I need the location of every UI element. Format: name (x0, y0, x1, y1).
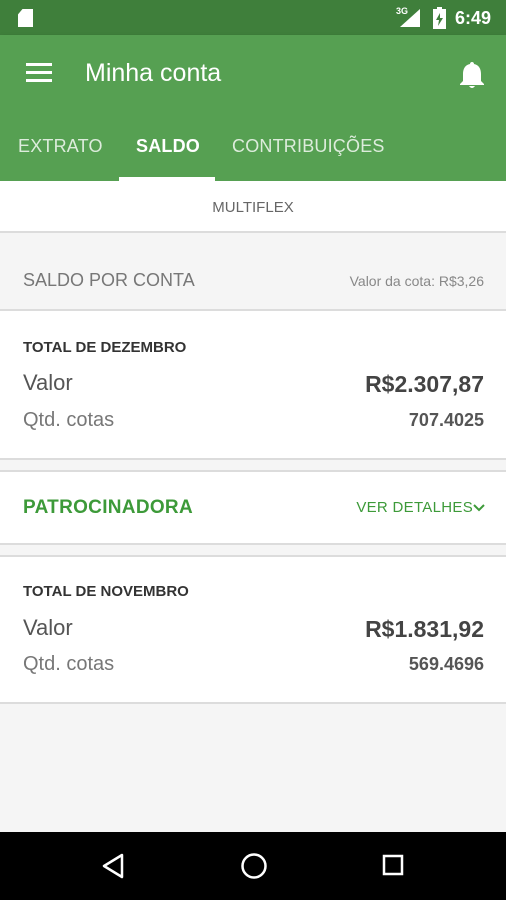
home-icon[interactable] (240, 852, 268, 880)
sd-card-icon (18, 9, 33, 27)
bell-icon[interactable] (459, 60, 485, 90)
divider (0, 231, 506, 233)
valor-amount: R$2.307,87 (365, 371, 484, 397)
tab-bar: EXTRATO SALDO CONTRIBUIÇÕES (0, 128, 506, 181)
divider (0, 702, 506, 704)
back-icon[interactable] (101, 853, 125, 879)
section-title: SALDO POR CONTA (23, 270, 195, 290)
valor-label: Valor (23, 615, 73, 640)
details-link[interactable]: VER DETALHES (356, 499, 473, 516)
sponsor-label: PATROCINADORA (23, 497, 193, 518)
divider (0, 543, 506, 545)
cotas-amount: 707.4025 (408, 410, 484, 430)
plan-name: MULTIFLEX (212, 199, 294, 216)
app-bar: Minha conta EXTRATO SALDO CONTRIBUIÇÕES (0, 35, 506, 181)
battery-icon (433, 7, 446, 29)
cotas-amount: 569.4696 (408, 654, 484, 674)
cotas-label: Qtd. cotas (23, 409, 115, 431)
card-title: TOTAL DE NOVEMBRO (23, 583, 189, 600)
status-bar: 3G 6:49 (0, 0, 506, 35)
plan-header: MULTIFLEX (0, 181, 506, 231)
tab-extrato[interactable]: EXTRATO (18, 136, 103, 157)
tab-contribuicoes[interactable]: CONTRIBUIÇÕES (232, 136, 385, 157)
menu-icon[interactable] (26, 63, 52, 85)
sponsor-row[interactable]: PATROCINADORA VER DETALHES (0, 472, 506, 543)
chevron-down-icon[interactable] (473, 504, 485, 512)
cota-value: Valor da cota: R$3,26 (349, 273, 484, 289)
cotas-label: Qtd. cotas (23, 653, 115, 675)
divider (0, 458, 506, 460)
page-title: Minha conta (85, 59, 222, 87)
clock: 6:49 (455, 8, 492, 28)
tab-saldo[interactable]: SALDO (136, 136, 200, 157)
recents-icon[interactable] (382, 854, 404, 876)
card-title: TOTAL DE DEZEMBRO (23, 339, 187, 356)
december-card: TOTAL DE DEZEMBRO Valor R$2.307,87 Qtd. … (0, 311, 506, 458)
valor-label: Valor (23, 370, 73, 395)
signal-icon (400, 9, 420, 27)
valor-amount: R$1.831,92 (365, 616, 484, 642)
navigation-bar (0, 832, 506, 900)
november-card: TOTAL DE NOVEMBRO Valor R$1.831,92 Qtd. … (0, 557, 506, 702)
